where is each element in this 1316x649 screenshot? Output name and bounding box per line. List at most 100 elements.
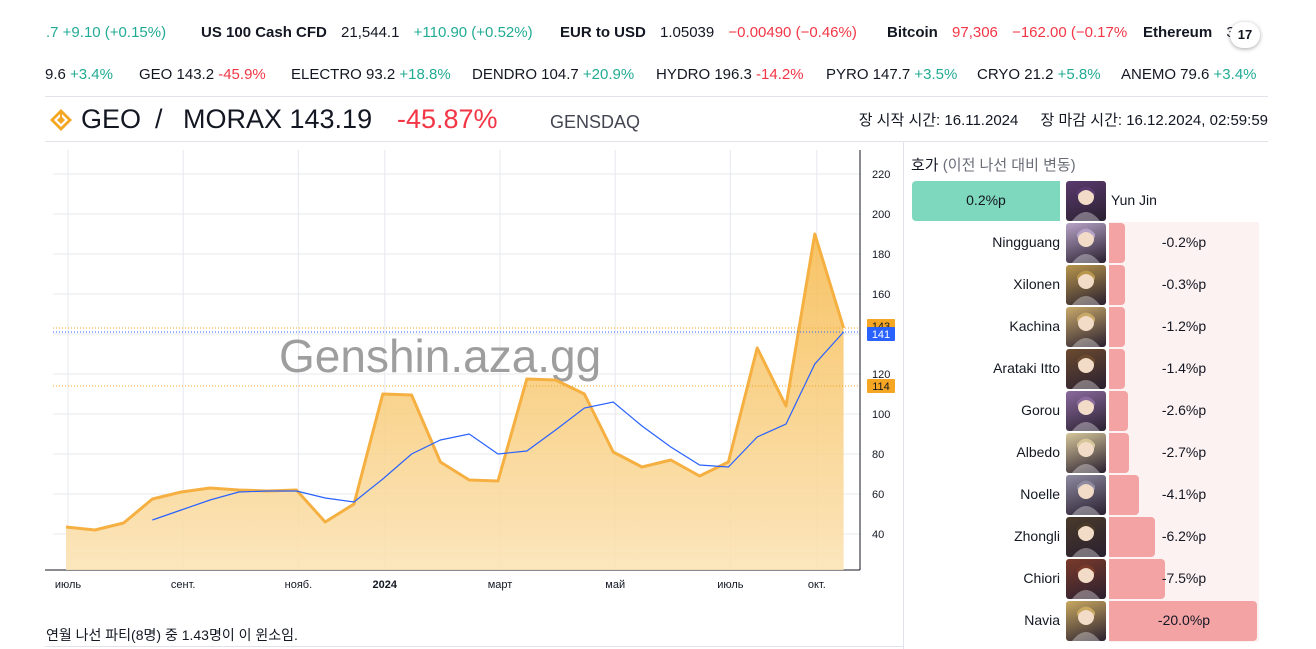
character-avatar-icon [1066, 475, 1106, 515]
watermark-text: Genshin.aza.gg [279, 330, 601, 382]
orderbook-row[interactable]: -1.2%p Kachina [904, 306, 1268, 348]
x-tick-label: окт. [808, 579, 826, 591]
divider [45, 646, 903, 647]
row-name: Xilonen [1013, 276, 1060, 292]
symbol-price: MORAX 143.19 [183, 104, 373, 134]
character-avatar-icon [1066, 265, 1106, 305]
ticker-price: 1.05039 [660, 24, 715, 41]
ticker-change: +18.8% [399, 66, 451, 83]
row-name: Ningguang [992, 234, 1060, 250]
row-name: Albedo [1016, 444, 1060, 460]
row-value: -4.1%p [1161, 486, 1207, 502]
row-value: -0.2%p [1161, 234, 1207, 250]
ticker-change: +3.4% [1213, 66, 1257, 83]
character-avatar-icon [1066, 223, 1106, 263]
ticker-item[interactable]: HYDRO 196.3 -14.2% [656, 66, 804, 83]
y-tick-label: 200 [872, 209, 890, 221]
area-fill [66, 234, 844, 570]
ticker-item[interactable]: ELECTRO 93.2 +18.8% [291, 66, 451, 83]
ticker-item[interactable]: EUR to USD 1.05039 −0.00490 (−0.46%) [560, 24, 857, 41]
symbol-header: GEO / MORAX 143.19 -45.87% GENSDAQ 장 시작 … [45, 100, 1268, 140]
ticker-item[interactable]: CRYO 21.2 +5.8% [977, 66, 1101, 83]
panel-title: 호가 (이전 나선 대비 변동) [911, 154, 1076, 175]
ticker-item[interactable]: US 100 Cash CFD 21,544.1 +110.90 (+0.52%… [201, 24, 533, 41]
orderbook-row[interactable]: -0.2%p Ningguang [904, 222, 1268, 264]
ticker-name: EUR to USD [560, 24, 646, 41]
exchange-name: GENSDAQ [550, 112, 641, 132]
row-value: 0.2%p [966, 192, 1006, 208]
ticker-item[interactable]: ANEMO 79.6 +3.4% [1121, 66, 1257, 83]
orderbook-row[interactable]: -4.1%p Noelle [904, 474, 1268, 516]
y-tick-label: 40 [872, 529, 884, 541]
ticker-change: −0.00490 (−0.46%) [728, 24, 857, 41]
ticker-name: ANEMO 79.6 [1121, 66, 1210, 83]
ticker-change: -45.9% [218, 66, 266, 83]
price-label-text: 141 [872, 329, 890, 341]
ticker-change: +110.90 (+0.52%) [413, 24, 533, 41]
row-value: -20.0%p [1157, 612, 1211, 628]
row-value: -2.7%p [1161, 444, 1207, 460]
price-chart[interactable]: Genshin.aza.gg40608010012014016018020022… [45, 142, 903, 620]
y-tick-label: 220 [872, 169, 890, 181]
ticker-change: +3.4% [70, 66, 113, 83]
ticker-item[interactable]: GEO 143.2 -45.9% [139, 66, 266, 83]
row-name: Zhongli [1014, 528, 1060, 544]
orderbook-row[interactable]: -6.2%p Zhongli [904, 516, 1268, 558]
tradingview-logo-icon[interactable]: 17 [1230, 22, 1260, 48]
ticker-change: +3.5% [914, 66, 958, 83]
x-tick-label: март [488, 579, 513, 591]
chart-caption: 연월 나선 파티(8명) 중 1.43명이 이 윈소임. [46, 627, 298, 643]
ticker-name: HYDRO 196.3 [656, 66, 752, 83]
geo-element-icon [50, 109, 72, 131]
ticker-price: 21,544.1 [341, 24, 400, 41]
x-tick-label: июль [55, 579, 82, 591]
x-tick-label: сент. [171, 579, 196, 591]
ticker-change: +5.8% [1057, 66, 1101, 83]
ticker-item[interactable]: .7 +9.10 (+0.15%) [46, 24, 166, 41]
orderbook-row[interactable]: -1.4%p Arataki Itto [904, 348, 1268, 390]
session-times: 장 시작 시간: 16.11.2024 장 마감 시간: 16.12.2024,… [859, 109, 1268, 130]
orderbook-panel: 호가 (이전 나선 대비 변동) 0.2%p Yun Jin -0.2%p Ningg… [904, 142, 1268, 649]
ticker-item[interactable]: PYRO 147.7 +3.5% [826, 66, 957, 83]
row-name: Chiori [1023, 570, 1060, 586]
orderbook-row[interactable]: -20.0%p Navia [904, 600, 1268, 642]
ticker-name: CRYO 21.2 [977, 66, 1054, 83]
ticker-change: -14.2% [756, 66, 804, 83]
open-time: 장 시작 시간: 16.11.2024 [858, 112, 1019, 129]
ticker-price: 97,306 [952, 24, 998, 41]
panel-title-main: 호가 [911, 157, 939, 174]
orderbook-row-top[interactable]: 0.2%p Yun Jin [904, 180, 1268, 222]
row-name: Navia [1024, 612, 1060, 628]
panel-title-sub: (이전 나선 대비 변동) [942, 157, 1076, 174]
ticker-name: PYRO 147.7 [826, 66, 911, 83]
chart-svg[interactable]: Genshin.aza.gg40608010012014016018020022… [45, 142, 903, 620]
symbol-change-percent: -45.87% [397, 104, 498, 134]
y-tick-label: 80 [872, 449, 884, 461]
orderbook-row[interactable]: -7.5%p Chiori [904, 558, 1268, 600]
y-tick-label: 160 [872, 289, 890, 301]
character-avatar-icon [1066, 307, 1106, 347]
ticker-item[interactable]: Bitcoin 97,306 −162.00 (−0.17% [887, 24, 1127, 41]
orderbook-row[interactable]: -0.3%p Xilonen [904, 264, 1268, 306]
x-tick-label: июль [717, 579, 744, 591]
ticker-name: 9.6 [45, 66, 66, 83]
row-value: -7.5%p [1161, 570, 1207, 586]
x-tick-label: 2024 [373, 579, 398, 591]
row-name: Noelle [1020, 486, 1060, 502]
close-time: 장 마감 시간: 16.12.2024, 02:59:59 [1040, 112, 1268, 129]
y-tick-label: 60 [872, 489, 884, 501]
row-value: -2.6%p [1161, 402, 1207, 418]
orderbook-row[interactable]: -2.6%p Gorou [904, 390, 1268, 432]
ticker-name: ELECTRO 93.2 [291, 66, 396, 83]
ticker-item[interactable]: DENDRO 104.7 +20.9% [472, 66, 634, 83]
y-tick-label: 180 [872, 249, 890, 261]
row-name: Gorou [1021, 402, 1060, 418]
character-avatar-icon [1066, 517, 1106, 557]
character-avatar-icon [1066, 181, 1106, 221]
ticker-name: GEO 143.2 [139, 66, 215, 83]
orderbook-row[interactable]: -2.7%p Albedo [904, 432, 1268, 474]
symbol-name: GEO [81, 104, 142, 134]
ticker-bottom: 9.6 +3.4% GEO 143.2 -45.9% ELECTRO 93.2 … [0, 64, 1316, 88]
ticker-item[interactable]: 9.6 +3.4% [45, 66, 113, 83]
character-avatar-icon [1066, 433, 1106, 473]
